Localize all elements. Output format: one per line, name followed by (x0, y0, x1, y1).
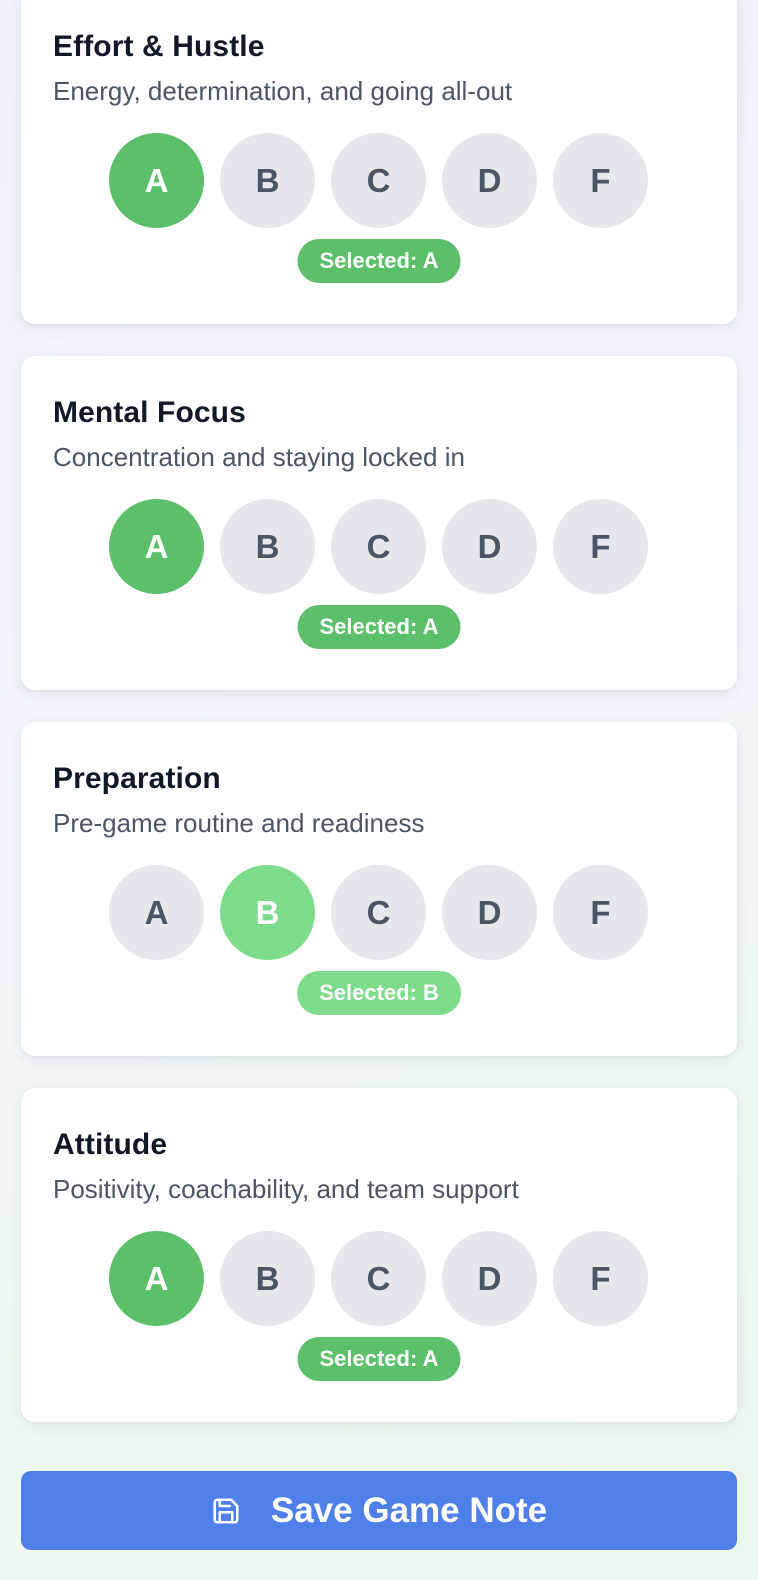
rating-card-attitude: Attitude Positivity, coachability, and t… (21, 1088, 737, 1422)
grade-d-button[interactable]: D (442, 499, 537, 594)
grade-c-button[interactable]: C (331, 133, 426, 228)
grade-options: A B C D F (109, 865, 648, 960)
save-button-label: Save Game Note (270, 1490, 548, 1530)
grade-f-button[interactable]: F (553, 1231, 648, 1326)
grade-a-button[interactable]: A (109, 865, 204, 960)
rating-card-mental-focus: Mental Focus Concentration and staying l… (21, 356, 737, 690)
grade-b-button[interactable]: B (220, 133, 315, 228)
card-description: Energy, determination, and going all-out (53, 76, 513, 106)
card-description: Concentration and staying locked in (53, 442, 465, 472)
selected-badge: Selected: A (297, 239, 461, 283)
grade-c-button[interactable]: C (331, 499, 426, 594)
grade-a-button[interactable]: A (109, 1231, 204, 1326)
card-title: Mental Focus (53, 396, 246, 429)
card-title: Preparation (53, 762, 221, 795)
grade-b-button[interactable]: B (220, 1231, 315, 1326)
card-title: Attitude (53, 1128, 168, 1161)
grade-b-button[interactable]: B (220, 865, 315, 960)
grade-options: A B C D F (109, 499, 648, 594)
card-description: Positivity, coachability, and team suppo… (53, 1174, 519, 1204)
grade-d-button[interactable]: D (442, 1231, 537, 1326)
rating-card-effort: Effort & Hustle Energy, determination, a… (21, 0, 737, 324)
grade-c-button[interactable]: C (331, 865, 426, 960)
card-title: Effort & Hustle (53, 30, 265, 63)
grade-c-button[interactable]: C (331, 1231, 426, 1326)
grade-d-button[interactable]: D (442, 865, 537, 960)
grade-d-button[interactable]: D (442, 133, 537, 228)
save-icon (211, 1496, 241, 1526)
grade-f-button[interactable]: F (553, 133, 648, 228)
grade-f-button[interactable]: F (553, 499, 648, 594)
save-game-note-button[interactable]: Save Game Note (21, 1471, 737, 1550)
grade-options: A B C D F (109, 1231, 648, 1326)
selected-badge: Selected: A (297, 1337, 461, 1381)
rating-card-preparation: Preparation Pre-game routine and readine… (21, 722, 737, 1056)
grade-a-button[interactable]: A (109, 133, 204, 228)
grade-b-button[interactable]: B (220, 499, 315, 594)
card-description: Pre-game routine and readiness (53, 808, 425, 838)
selected-badge: Selected: B (297, 971, 461, 1015)
grade-f-button[interactable]: F (553, 865, 648, 960)
grade-a-button[interactable]: A (109, 499, 204, 594)
selected-badge: Selected: A (297, 605, 461, 649)
grade-options: A B C D F (109, 133, 648, 228)
